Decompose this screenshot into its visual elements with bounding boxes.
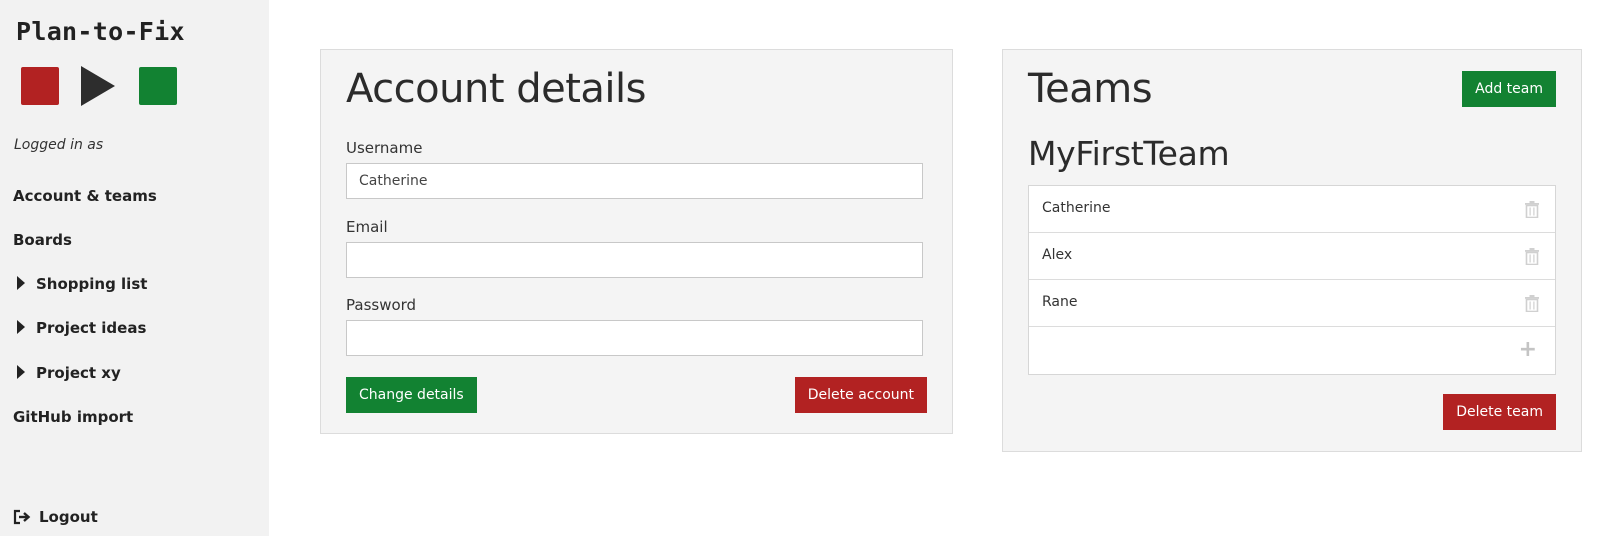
add-team-button[interactable]: Add team — [1462, 71, 1556, 107]
password-input[interactable] — [346, 320, 923, 356]
team-member-list: Catherine Alex Rane + — [1028, 185, 1556, 375]
change-details-button[interactable]: Change details — [346, 377, 477, 413]
sidebar-item-label: Project ideas — [36, 319, 147, 337]
sidebar-item-label: Account & teams — [13, 187, 157, 205]
caret-right-icon[interactable] — [17, 365, 25, 379]
play-icon — [81, 66, 115, 106]
member-name: Rane — [1042, 294, 1078, 310]
username-label: Username — [346, 139, 423, 157]
add-member-row[interactable]: + — [1029, 327, 1555, 374]
logout-label: Logout — [39, 508, 98, 526]
teams-panel: Teams Add team MyFirstTeam Catherine Ale… — [1002, 49, 1582, 452]
caret-right-icon[interactable] — [17, 320, 25, 334]
caret-right-icon[interactable] — [17, 276, 25, 290]
account-details-panel: Account details Username Email Password … — [320, 49, 953, 434]
password-label: Password — [346, 296, 417, 314]
teams-title: Teams — [1028, 66, 1153, 112]
logout-button[interactable]: Logout — [13, 508, 98, 526]
username-input[interactable] — [346, 163, 923, 199]
email-label: Email — [346, 218, 388, 236]
delete-account-button[interactable]: Delete account — [794, 377, 927, 413]
trash-icon[interactable] — [1525, 248, 1539, 265]
member-name: Catherine — [1042, 200, 1111, 216]
sidebar-item-boards[interactable]: Boards — [13, 231, 72, 249]
trash-icon[interactable] — [1525, 295, 1539, 312]
sidebar-item-label: GitHub import — [13, 408, 134, 426]
sidebar-item-project-ideas[interactable]: Project ideas — [13, 319, 146, 337]
stop-icon — [21, 67, 59, 105]
sidebar-item-label: Boards — [13, 231, 72, 249]
app-logo-title: Plan-to-Fix — [16, 17, 185, 46]
team-member-row: Alex — [1029, 233, 1555, 280]
sidebar-item-project-xy[interactable]: Project xy — [13, 364, 121, 382]
logout-icon — [13, 509, 31, 525]
team-name: MyFirstTeam — [1028, 134, 1230, 173]
sidebar-item-shopping-list[interactable]: Shopping list — [13, 275, 147, 293]
member-name: Alex — [1042, 247, 1073, 263]
sidebar-item-label: Project xy — [36, 364, 121, 382]
sidebar-item-label: Shopping list — [36, 275, 148, 293]
sidebar-item-github-import[interactable]: GitHub import — [13, 408, 133, 426]
trash-icon[interactable] — [1525, 201, 1539, 218]
sidebar-item-account-teams[interactable]: Account & teams — [13, 187, 157, 205]
logged-in-label: Logged in as — [14, 137, 104, 153]
team-member-row: Catherine — [1029, 186, 1555, 233]
plus-icon[interactable]: + — [1519, 339, 1537, 361]
email-input[interactable] — [346, 242, 923, 278]
delete-team-button[interactable]: Delete team — [1443, 394, 1556, 430]
sidebar: Plan-to-Fix Logged in as Account & teams… — [0, 0, 269, 536]
account-details-title: Account details — [346, 66, 646, 112]
team-member-row: Rane — [1029, 280, 1555, 327]
go-icon — [139, 67, 177, 105]
